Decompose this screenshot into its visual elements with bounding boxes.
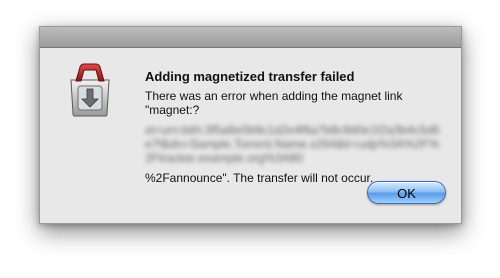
message-text-start: There was an error when adding the magne… (145, 89, 403, 117)
ok-button[interactable]: OK (367, 181, 446, 204)
error-alert-dialog: Adding magnetized transfer failed There … (39, 26, 462, 224)
message-obscured-text: xt=urn:btih:3f5a8e0b9c1d2e4f6a7b8c9d0e1f… (145, 123, 440, 165)
screenshot-stage: Adding magnetized transfer failed There … (0, 0, 500, 278)
transmission-icon (70, 63, 110, 117)
message-text-end: %2Fannounce". The transfer will not occu… (145, 171, 374, 185)
dialog-message: There was an error when adding the magne… (145, 89, 445, 185)
dialog-title: Adding magnetized transfer failed (145, 69, 355, 84)
window-titlebar[interactable] (40, 27, 461, 48)
